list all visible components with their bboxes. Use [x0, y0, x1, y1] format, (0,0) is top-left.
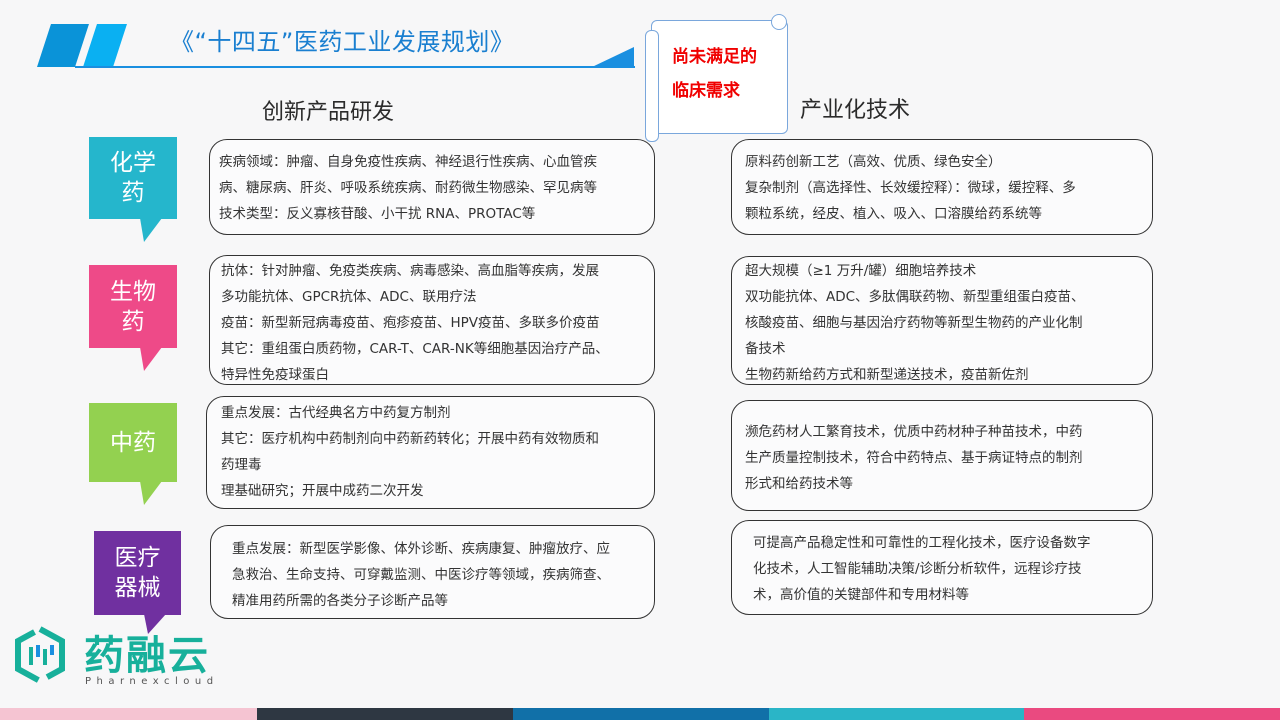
text-line: 生物药新给药方式和新型递送技术，疫苗新佐剂 [745, 367, 1029, 383]
category-label: 药 [121, 308, 145, 335]
category-label: 器械 [114, 575, 161, 601]
scroll-curl-icon [771, 14, 787, 30]
scroll-curl-icon [645, 30, 659, 142]
industrial-box-biologics: 超大规模（≥1 万升/罐）细胞培养技术 双功能抗体、ADC、多肽偶联药物、新型重… [731, 256, 1153, 385]
text-line: 精准用药所需的各类分子诊断产品等 [232, 593, 448, 609]
text-line: 其它：医疗机构中药制剂向中药新药转化；开展中药有效物质和 [221, 431, 599, 447]
category-medical-devices: 医疗 器械 [94, 531, 181, 615]
category-tail [140, 347, 162, 371]
innovation-box-chemical: 疾病领域：肿瘤、自身免疫性疾病、神经退行性疾病、心血管疾 病、糖尿病、肝炎、呼吸… [209, 139, 655, 235]
category-label: 生物 [110, 278, 156, 305]
right-column-heading: 产业化技术 [800, 98, 911, 123]
left-column-heading: 创新产品研发 [262, 100, 395, 125]
text-line: 理基础研究；开展中成药二次开发 [221, 483, 424, 499]
logo-subtitle: Pharnexcloud [85, 676, 219, 687]
text-line: 其它：重组蛋白质药物，CAR-T、CAR-NK等细胞基因治疗产品、 [221, 341, 609, 357]
industrial-box-devices: 可提高产品稳定性和可靠性的工程化技术，医疗设备数字 化技术，人工智能辅助决策/诊… [731, 520, 1153, 615]
text-line: 疾病领域：肿瘤、自身免疫性疾病、神经退行性疾病、心血管疾 [219, 154, 597, 170]
text-line: 特异性免疫球蛋白 [221, 367, 329, 383]
innovation-box-tcm: 重点发展：古代经典名方中药复方制剂 其它：医疗机构中药制剂向中药新药转化；开展中… [206, 396, 655, 509]
category-tail [140, 481, 162, 505]
text-line: 复杂制剂（高选择性、长效缓控释）：微球，缓控释、多 [745, 180, 1076, 196]
logo-hexagon-icon [15, 625, 65, 685]
text-line: 重点发展：古代经典名方中药复方制剂 [221, 405, 451, 421]
text-line: 重点发展：新型医学影像、体外诊断、疾病康复、肿瘤放疗、应 [232, 541, 610, 557]
industrial-box-chemical: 原料药创新工艺（高效、优质、绿色安全） 复杂制剂（高选择性、长效缓控释）：微球，… [731, 139, 1153, 235]
callout-text: 尚未满足的 临床需求 [672, 40, 757, 108]
text-line: 超大规模（≥1 万升/罐）细胞培养技术 [745, 263, 977, 279]
category-label: 药 [121, 180, 145, 206]
industrial-box-tcm: 濒危药材人工繁育技术，优质中药材种子种苗技术，中药 生产质量控制技术，符合中药特… [731, 400, 1153, 511]
text-line: 濒危药材人工繁育技术，优质中药材种子种苗技术，中药 [745, 424, 1083, 440]
footer-bar-segment [0, 708, 257, 720]
text-line: 生产质量控制技术，符合中药特点、基于病证特点的制剂 [745, 450, 1083, 466]
innovation-box-devices: 重点发展：新型医学影像、体外诊断、疾病康复、肿瘤放疗、应 急救治、生命支持、可穿… [210, 525, 655, 619]
category-tail [140, 218, 162, 242]
category-biologics: 生物药 [89, 265, 177, 348]
logo-name: 药融云 [84, 633, 210, 679]
footer-bar-segment [769, 708, 1024, 720]
text-line: 原料药创新工艺（高效、优质、绿色安全） [745, 154, 1002, 170]
text-line: 颗粒系统，经皮、植入、吸入、口溶膜给药系统等 [745, 206, 1042, 222]
header-stripe-1 [37, 24, 89, 67]
callout-line-1: 尚未满足的 [672, 47, 757, 67]
callout-line-2: 临床需求 [672, 81, 740, 101]
category-label: 中药 [110, 429, 156, 456]
text-line: 双功能抗体、ADC、多肽偶联药物、新型重组蛋白疫苗、 [745, 289, 1085, 305]
text-line: 术，高价值的关键部件和专用材料等 [753, 587, 969, 603]
footer-bar-segment [513, 708, 769, 720]
text-line: 多功能抗体、GPCR抗体、ADC、联用疗法 [221, 289, 477, 305]
text-line: 抗体：针对肿瘤、免疫类疾病、病毒感染、高血脂等疾病，发展 [221, 263, 599, 279]
text-line: 病、糖尿病、肝炎、呼吸系统疾病、耐药微生物感染、罕见病等 [219, 180, 597, 196]
footer-bar-segment [257, 708, 513, 720]
text-line: 疫苗：新型新冠病毒疫苗、疱疹疫苗、HPV疫苗、多联多价疫苗 [221, 315, 600, 331]
category-label: 化学 [110, 150, 156, 176]
category-label: 医疗 [114, 545, 161, 571]
category-tcm: 中药 [89, 403, 177, 482]
header-stripe-2 [83, 24, 127, 67]
text-line: 技术类型：反义寡核苷酸、小干扰 RNA、PROTAC等 [219, 206, 536, 222]
text-line: 形式和给药技术等 [745, 476, 853, 492]
header-arrow-icon [592, 47, 634, 67]
text-line: 备技术 [745, 341, 786, 357]
header-underline-ext [75, 66, 635, 68]
innovation-box-biologics: 抗体：针对肿瘤、免疫类疾病、病毒感染、高血脂等疾病，发展 多功能抗体、GPCR抗… [209, 255, 655, 385]
footer-bar-segment [1024, 708, 1280, 720]
text-line: 化技术，人工智能辅助决策/诊断分析软件，远程诊疗技 [753, 561, 1082, 577]
page-title: 《“十四五”医药工业发展规划》 [170, 28, 515, 56]
category-chemical-drugs: 化学药 [89, 137, 177, 219]
text-line: 可提高产品稳定性和可靠性的工程化技术，医疗设备数字 [753, 535, 1091, 551]
text-line: 药理毒 [221, 457, 262, 473]
text-line: 核酸疫苗、细胞与基因治疗药物等新型生物药的产业化制 [745, 315, 1083, 331]
text-line: 急救治、生命支持、可穿戴监测、中医诊疗等领域，疾病筛查、 [232, 567, 610, 583]
